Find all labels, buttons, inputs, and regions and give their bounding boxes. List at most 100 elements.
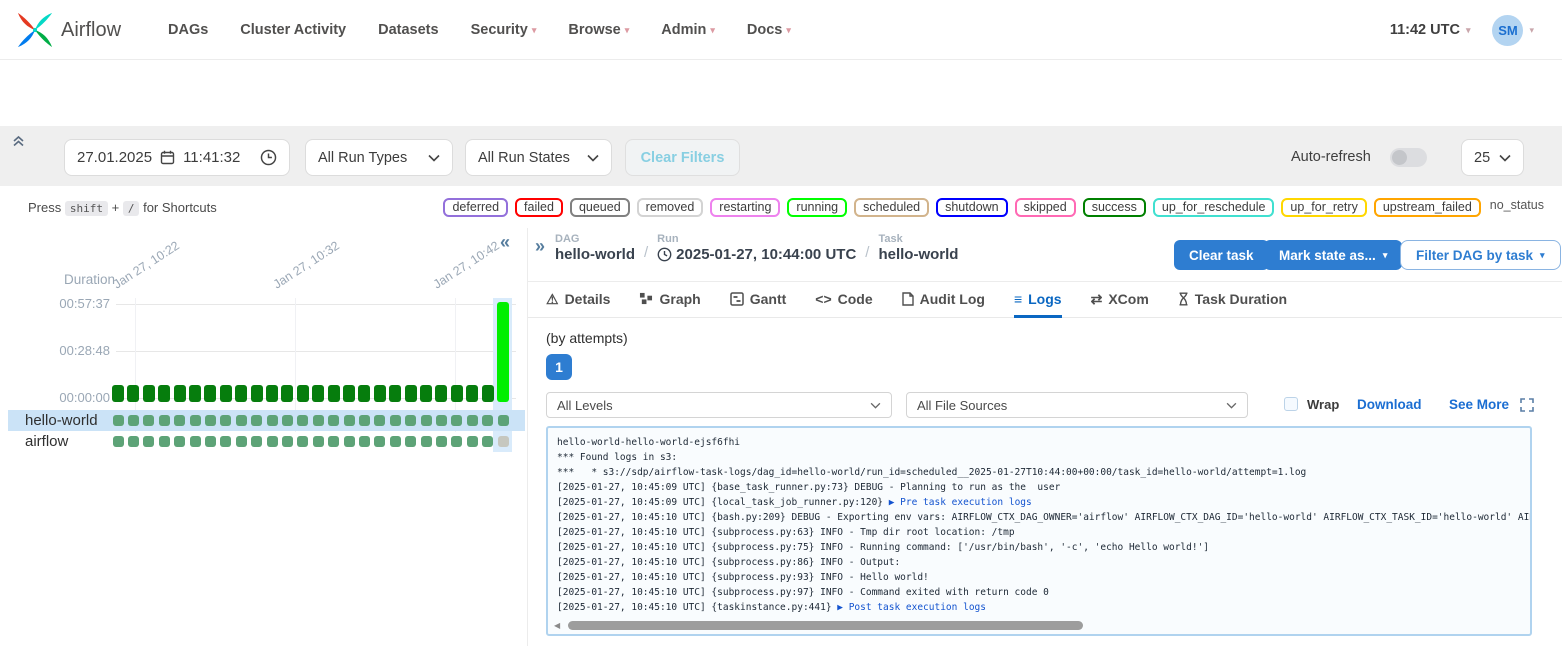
- run-states-select[interactable]: All Run States: [465, 139, 612, 176]
- dag-run-square-success[interactable]: [281, 385, 293, 402]
- dag-run-square-success[interactable]: [251, 385, 263, 402]
- task-instance-square-success[interactable]: [267, 436, 278, 447]
- task-instance-square-success[interactable]: [220, 415, 231, 426]
- dag-run-square-success[interactable]: [312, 385, 324, 402]
- task-instance-square-success[interactable]: [220, 436, 231, 447]
- task-instance-square-success[interactable]: [436, 436, 447, 447]
- dag-run-square-success[interactable]: [158, 385, 170, 402]
- nav-item-browse[interactable]: Browse▾: [568, 22, 629, 38]
- tab-audit-log[interactable]: Audit Log: [902, 284, 985, 318]
- breadcrumb-task-value[interactable]: hello-world: [878, 246, 958, 263]
- dag-run-square-running[interactable]: [497, 302, 509, 402]
- nav-item-docs[interactable]: Docs▾: [747, 22, 791, 38]
- task-instance-square-success[interactable]: [467, 415, 478, 426]
- state-badge-scheduled[interactable]: scheduled: [854, 198, 929, 217]
- nav-item-datasets[interactable]: Datasets: [378, 22, 438, 38]
- log-group-link[interactable]: ▶ Pre task execution logs: [889, 497, 1032, 508]
- breadcrumb-run-value[interactable]: 2025-01-27, 10:44:00 UTC: [657, 246, 856, 263]
- nav-item-security[interactable]: Security▾: [471, 22, 537, 38]
- task-name-airflow[interactable]: airflow: [25, 431, 68, 452]
- dag-run-square-success[interactable]: [143, 385, 155, 402]
- dag-run-square-success[interactable]: [297, 385, 309, 402]
- task-instance-square-none[interactable]: [498, 436, 509, 447]
- tab-graph[interactable]: Graph: [639, 284, 700, 318]
- task-instance-square-success[interactable]: [482, 415, 493, 426]
- tab-gantt[interactable]: Gantt: [730, 284, 787, 318]
- dag-run-square-success[interactable]: [358, 385, 370, 402]
- task-instance-square-success[interactable]: [236, 415, 247, 426]
- task-instance-square-success[interactable]: [282, 415, 293, 426]
- task-instance-square-success[interactable]: [359, 415, 370, 426]
- task-instance-square-success[interactable]: [374, 436, 385, 447]
- log-group-link[interactable]: ▶ Post task execution logs: [837, 602, 986, 613]
- horizontal-scrollbar[interactable]: ◀: [554, 620, 1524, 631]
- dag-run-square-success[interactable]: [482, 385, 494, 402]
- dag-run-square-success[interactable]: [266, 385, 278, 402]
- task-instance-square-success[interactable]: [205, 436, 216, 447]
- close-details-icon[interactable]: »: [535, 236, 545, 257]
- state-badge-shutdown[interactable]: shutdown: [936, 198, 1008, 217]
- task-instance-square-success[interactable]: [359, 436, 370, 447]
- task-instance-square-success[interactable]: [159, 436, 170, 447]
- dag-run-square-success[interactable]: [389, 385, 401, 402]
- filter-dag-by-task-button[interactable]: Filter DAG by task ▾: [1400, 240, 1561, 270]
- task-instance-square-success[interactable]: [313, 415, 324, 426]
- task-instance-square-success[interactable]: [205, 415, 216, 426]
- nav-item-dags[interactable]: DAGs: [168, 22, 208, 38]
- dag-run-square-success[interactable]: [112, 385, 124, 402]
- wrap-checkbox[interactable]: [1284, 397, 1298, 411]
- dag-run-square-success[interactable]: [466, 385, 478, 402]
- task-instance-square-success[interactable]: [344, 415, 355, 426]
- dag-run-square-success[interactable]: [451, 385, 463, 402]
- dag-run-square-success[interactable]: [174, 385, 186, 402]
- task-instance-square-success[interactable]: [436, 415, 447, 426]
- task-instance-square-success[interactable]: [267, 415, 278, 426]
- state-badge-deferred[interactable]: deferred: [443, 198, 508, 217]
- see-more-link[interactable]: See More: [1449, 392, 1509, 418]
- task-instance-square-success[interactable]: [498, 415, 509, 426]
- nav-item-admin[interactable]: Admin▾: [661, 22, 715, 38]
- state-badge-up_for_reschedule[interactable]: up_for_reschedule: [1153, 198, 1275, 217]
- task-instance-square-success[interactable]: [390, 436, 401, 447]
- task-instance-square-success[interactable]: [297, 436, 308, 447]
- task-instance-square-success[interactable]: [113, 415, 124, 426]
- dag-run-square-success[interactable]: [328, 385, 340, 402]
- auto-refresh-toggle[interactable]: [1390, 148, 1427, 167]
- breadcrumb-dag-value[interactable]: hello-world: [555, 246, 635, 263]
- log-level-select[interactable]: All Levels: [546, 392, 892, 418]
- task-instance-square-success[interactable]: [113, 436, 124, 447]
- dag-run-square-success[interactable]: [204, 385, 216, 402]
- airflow-logo[interactable]: Airflow: [16, 11, 121, 49]
- clear-task-button[interactable]: Clear task: [1174, 240, 1269, 270]
- state-badge-skipped[interactable]: skipped: [1015, 198, 1076, 217]
- task-instance-square-success[interactable]: [328, 436, 339, 447]
- user-menu[interactable]: SM ▾: [1492, 15, 1534, 46]
- log-source-select[interactable]: All File Sources: [906, 392, 1248, 418]
- tab-details[interactable]: ⚠Details: [546, 284, 610, 318]
- dag-run-square-success[interactable]: [435, 385, 447, 402]
- tab-xcom[interactable]: ⇄XCom: [1091, 284, 1149, 318]
- state-badge-up_for_retry[interactable]: up_for_retry: [1281, 198, 1366, 217]
- fullscreen-icon[interactable]: [1520, 398, 1534, 412]
- state-badge-removed[interactable]: removed: [637, 198, 704, 217]
- download-link[interactable]: Download: [1357, 392, 1422, 418]
- tab-code[interactable]: <>Code: [815, 284, 872, 318]
- scrollbar-thumb[interactable]: [568, 621, 1083, 630]
- task-instance-square-success[interactable]: [482, 436, 493, 447]
- state-badge-upstream_failed[interactable]: upstream_failed: [1374, 198, 1481, 217]
- task-instance-square-success[interactable]: [421, 436, 432, 447]
- utc-clock-dropdown[interactable]: 11:42 UTC ▾: [1390, 22, 1471, 38]
- dag-run-square-success[interactable]: [235, 385, 247, 402]
- dag-run-square-success[interactable]: [220, 385, 232, 402]
- clear-filters-button[interactable]: Clear Filters: [625, 139, 740, 176]
- dag-run-square-success[interactable]: [343, 385, 355, 402]
- page-size-select[interactable]: 25: [1461, 139, 1524, 176]
- task-instance-square-success[interactable]: [190, 436, 201, 447]
- mark-state-button[interactable]: Mark state as... ▾: [1264, 240, 1402, 270]
- dag-run-square-success[interactable]: [127, 385, 139, 402]
- nav-item-cluster-activity[interactable]: Cluster Activity: [240, 22, 346, 38]
- state-badge-restarting[interactable]: restarting: [710, 198, 780, 217]
- task-instance-square-success[interactable]: [451, 415, 462, 426]
- task-name-hello-world[interactable]: hello-world: [25, 410, 98, 431]
- base-date-input[interactable]: 27.01.2025 11:41:32: [64, 139, 290, 176]
